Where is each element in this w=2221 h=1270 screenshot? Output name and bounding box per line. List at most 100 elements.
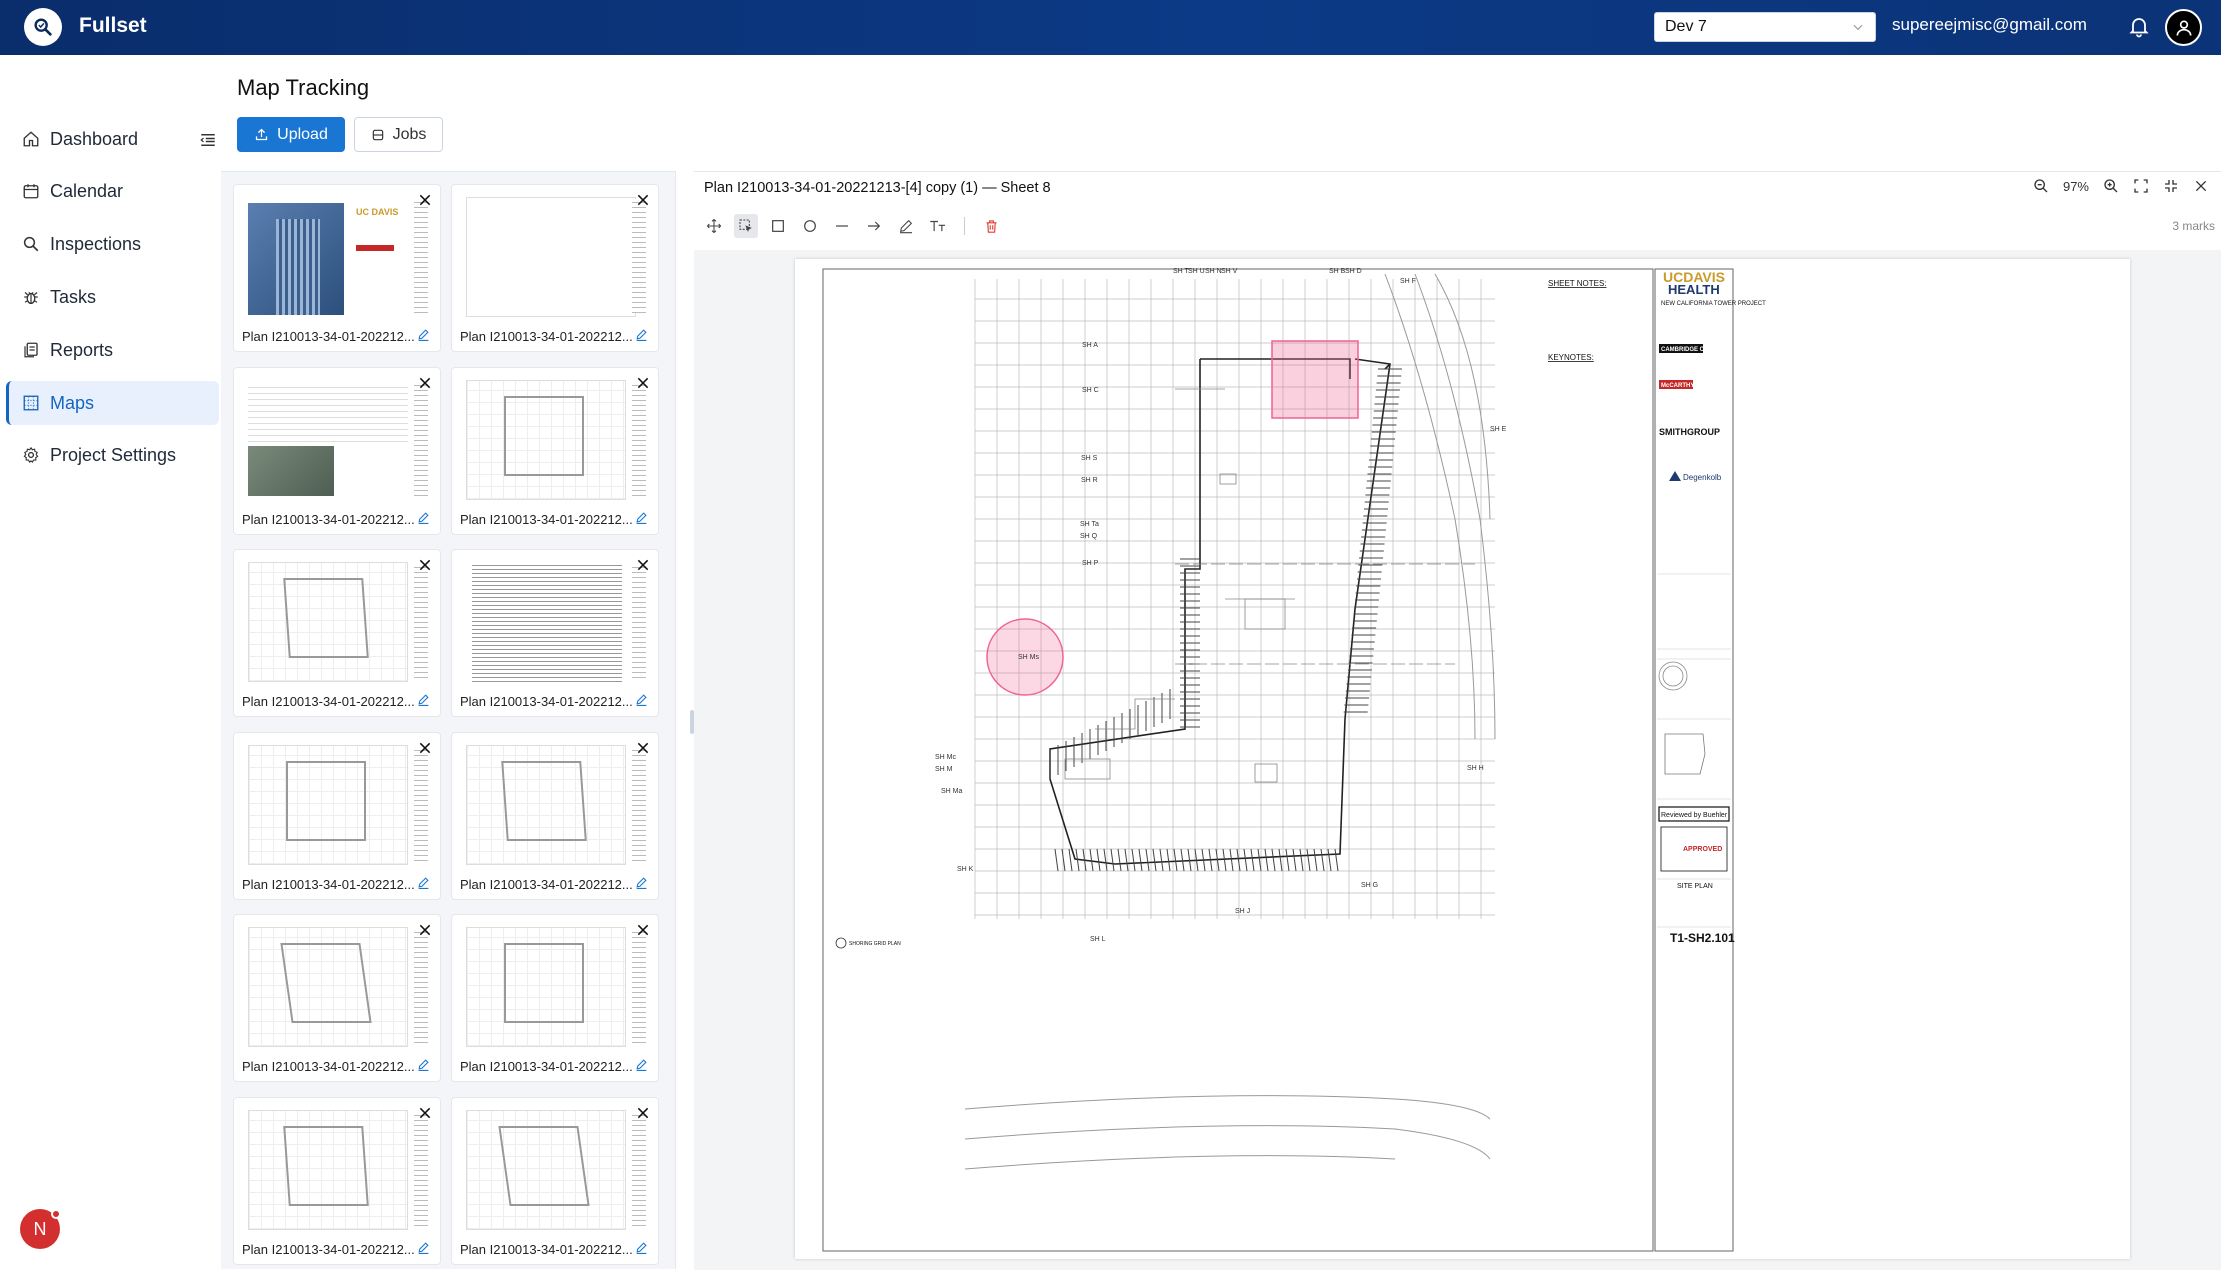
close-icon[interactable]: [636, 558, 650, 572]
sidebar-item-tasks[interactable]: Tasks: [6, 275, 219, 319]
plan-thumbnail[interactable]: [246, 742, 430, 867]
sidebar-item-maps[interactable]: Maps: [6, 381, 219, 425]
close-icon[interactable]: [418, 558, 432, 572]
line-icon[interactable]: [830, 214, 854, 238]
grid-label: SH D: [1345, 268, 1362, 275]
upload-button[interactable]: Upload: [237, 117, 345, 152]
seal-stamp: [1658, 661, 1688, 691]
plan-card[interactable]: Plan I210013-34-01-202212...: [451, 1096, 659, 1265]
plan-thumbnail[interactable]: [464, 560, 648, 684]
edit-icon[interactable]: [417, 693, 430, 706]
circle-icon[interactable]: [798, 214, 822, 238]
grid-label: SH H: [1467, 765, 1484, 772]
plan-card[interactable]: Plan I210013-34-01-202212...: [451, 366, 659, 535]
edit-icon[interactable]: [635, 328, 648, 341]
close-icon[interactable]: [418, 741, 432, 755]
bell-icon[interactable]: [2127, 14, 2151, 38]
project-select-value: Dev 7: [1665, 18, 1707, 35]
collapse-view-icon[interactable]: [2163, 178, 2179, 194]
plan-thumbnail[interactable]: [246, 925, 430, 1049]
grid-label: SH Ta: [1080, 521, 1099, 528]
pan-icon[interactable]: [702, 214, 726, 238]
sidebar-item-inspections[interactable]: Inspections: [6, 222, 219, 266]
plan-card[interactable]: Plan I210013-34-01-202212...: [451, 731, 659, 900]
plan-card[interactable]: Plan I210013-34-01-202212...: [451, 914, 659, 1082]
close-icon[interactable]: [636, 193, 650, 207]
text-icon[interactable]: [926, 214, 950, 238]
zoom-out-icon[interactable]: [2033, 178, 2049, 194]
edit-icon[interactable]: [417, 328, 430, 341]
plan-card[interactable]: Plan I210013-34-01-202212...: [233, 549, 441, 717]
plan-label-bubble: [835, 937, 847, 949]
sidebar-item-calendar[interactable]: Calendar: [6, 169, 219, 213]
sidebar-item-reports[interactable]: Reports: [6, 328, 219, 372]
edit-icon[interactable]: [635, 693, 648, 706]
sidebar-item-label: Inspections: [50, 233, 142, 254]
rectangle-icon[interactable]: [766, 214, 790, 238]
plan-canvas[interactable]: SH T SH U SH N SH V SH B SH D SH F SH A SH C SH S…: [694, 250, 2221, 1270]
plan-card[interactable]: Plan I210013-34-01-202212...: [233, 731, 441, 900]
search-icon: [23, 236, 39, 252]
project-select[interactable]: Dev 7: [1654, 12, 1876, 42]
app-title: Fullset: [79, 14, 147, 37]
close-icon[interactable]: [2193, 178, 2209, 194]
plan-card[interactable]: Plan I210013-34-01-202212...: [451, 184, 659, 352]
plan-thumbnail[interactable]: [464, 925, 648, 1049]
edit-icon[interactable]: [635, 511, 648, 524]
plan-card[interactable]: Plan I210013-34-01-202212...: [233, 366, 441, 535]
markup-rectangle[interactable]: [1271, 340, 1359, 419]
trash-icon[interactable]: [979, 214, 1003, 238]
avatar[interactable]: [2165, 9, 2202, 46]
grid-label: SH J: [1235, 908, 1250, 915]
plan-card[interactable]: Plan I210013-34-01-202212...: [451, 549, 659, 717]
close-icon[interactable]: [418, 923, 432, 937]
select-icon[interactable]: [734, 214, 758, 238]
plan-card-label: Plan I210013-34-01-202212...: [242, 876, 415, 892]
edit-icon[interactable]: [635, 1241, 648, 1254]
edit-icon[interactable]: [635, 1058, 648, 1071]
edit-icon[interactable]: [417, 1058, 430, 1071]
grid-label: SH C: [1082, 387, 1099, 394]
plan-thumbnail[interactable]: [464, 742, 648, 867]
close-icon[interactable]: [418, 376, 432, 390]
plan-thumbnail[interactable]: [464, 1107, 648, 1232]
grid-label: SH Ma: [941, 788, 963, 795]
plan-thumbnail[interactable]: [464, 195, 648, 319]
close-icon[interactable]: [636, 376, 650, 390]
pen-icon[interactable]: [894, 214, 918, 238]
home-icon: [23, 131, 39, 147]
fit-screen-icon[interactable]: [2133, 178, 2149, 194]
edit-icon[interactable]: [417, 876, 430, 889]
sidebar-item-project-settings[interactable]: Project Settings: [6, 433, 219, 477]
close-icon[interactable]: [418, 1106, 432, 1120]
plan-card[interactable]: Plan I210013-34-01-202212...: [233, 1096, 441, 1265]
arrow-icon[interactable]: [862, 214, 886, 238]
plan-card-label: Plan I210013-34-01-202212...: [460, 1241, 633, 1257]
firm3-logo: SMITHGROUP: [1659, 427, 1720, 437]
plan-thumbnail[interactable]: [246, 560, 430, 684]
close-icon[interactable]: [636, 1106, 650, 1120]
jobs-button[interactable]: Jobs: [354, 117, 443, 152]
edit-icon[interactable]: [417, 1241, 430, 1254]
plan-card[interactable]: UC DAVIS Plan I210013-34-01-202212...: [233, 184, 441, 352]
sidebar-item-label: Dashboard: [50, 128, 139, 149]
edit-icon[interactable]: [635, 876, 648, 889]
edit-icon[interactable]: [417, 511, 430, 524]
user-email[interactable]: supereejmisc@gmail.com: [1892, 15, 2087, 35]
close-icon[interactable]: [636, 741, 650, 755]
grid-label: SH U: [1188, 268, 1205, 275]
grid-label: SH Q: [1080, 533, 1098, 540]
zoom-in-icon[interactable]: [2103, 178, 2119, 194]
plan-thumbnail[interactable]: [246, 377, 430, 502]
plan-thumbnail[interactable]: [464, 377, 648, 502]
close-icon[interactable]: [636, 923, 650, 937]
plan-thumbnail[interactable]: [246, 1107, 430, 1232]
close-icon[interactable]: [418, 193, 432, 207]
logo-icon[interactable]: [24, 8, 62, 46]
plan-thumbnail[interactable]: UC DAVIS: [246, 195, 430, 319]
chevron-down-icon: [1853, 24, 1863, 31]
grid-label: SH B: [1329, 268, 1346, 275]
sidebar-item-dashboard[interactable]: Dashboard: [6, 117, 219, 161]
plan-card[interactable]: Plan I210013-34-01-202212...: [233, 914, 441, 1082]
plan-card-label: Plan I210013-34-01-202212...: [460, 1059, 633, 1074]
